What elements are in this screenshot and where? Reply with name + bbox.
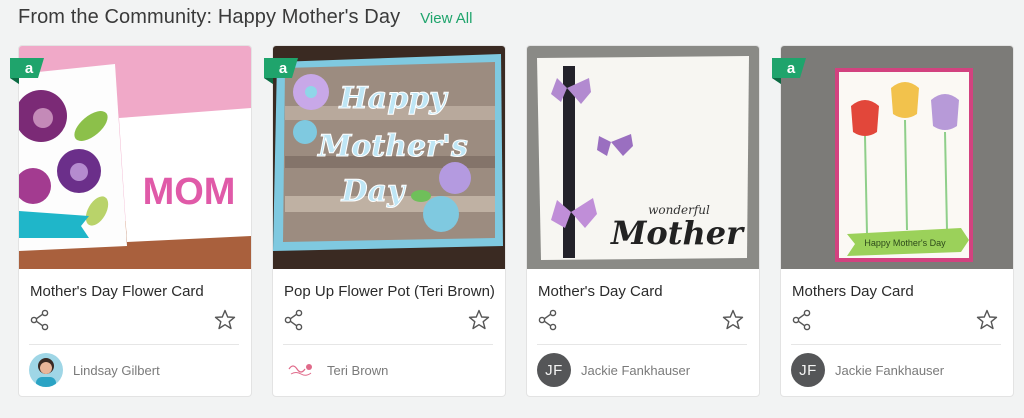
author-link[interactable]: JF Jackie Fankhauser: [537, 352, 690, 388]
divider: [29, 344, 239, 345]
share-icon[interactable]: [791, 309, 813, 331]
image-caption: MOM: [143, 171, 236, 213]
share-icon[interactable]: [29, 309, 51, 331]
project-image[interactable]: Happy Mother's Day: [273, 46, 505, 269]
divider: [283, 344, 493, 345]
project-card[interactable]: a Happy Mother's Day Pop Up Flower Pot (…: [264, 45, 506, 397]
project-name[interactable]: Mothers Day Card: [792, 283, 914, 300]
access-badge-icon: a: [772, 58, 806, 84]
author-link[interactable]: JF Jackie Fankhauser: [791, 352, 944, 388]
avatar: [283, 353, 317, 387]
project-image[interactable]: Happy Mother's Day: [781, 46, 1013, 269]
author-link[interactable]: Teri Brown: [283, 352, 388, 388]
star-icon[interactable]: [468, 309, 490, 331]
author-name: Jackie Fankhauser: [581, 362, 691, 378]
author-link[interactable]: Lindsay Gilbert: [29, 352, 160, 388]
star-icon[interactable]: [976, 309, 998, 331]
project-image[interactable]: wonderful Mother: [527, 46, 759, 269]
section-header: From the Community: Happy Mother's Day V…: [18, 6, 472, 32]
image-caption: Happy Mother's Day: [864, 238, 946, 248]
author-name: Lindsay Gilbert: [73, 362, 160, 378]
divider: [791, 344, 1001, 345]
project-card[interactable]: wonderful Mother Mother's Day Card JF Ja…: [526, 45, 760, 397]
author-name: Teri Brown: [327, 362, 389, 378]
avatar: JF: [537, 353, 571, 387]
project-name[interactable]: Pop Up Flower Pot (Teri Brown): [284, 283, 495, 300]
svg-text:Day: Day: [341, 174, 407, 209]
project-card[interactable]: a MOM Mother's Day Flower Card Lindsay G…: [10, 45, 252, 397]
project-name[interactable]: Mother's Day Card: [538, 283, 663, 300]
author-name: Jackie Fankhauser: [835, 362, 945, 378]
share-icon[interactable]: [283, 309, 305, 331]
project-name[interactable]: Mother's Day Flower Card: [30, 283, 204, 300]
image-caption: Happy: [338, 81, 449, 116]
avatar: JF: [791, 353, 825, 387]
share-icon[interactable]: [537, 309, 559, 331]
svg-text:Mother's: Mother's: [317, 129, 468, 164]
badge-letter: a: [25, 60, 34, 77]
project-image[interactable]: MOM: [19, 46, 251, 269]
access-badge-icon: a: [264, 58, 298, 84]
project-card[interactable]: a Happy Mother's Day Mothers Day Card JF…: [772, 45, 1014, 397]
view-all-link[interactable]: View All: [420, 10, 472, 27]
badge-letter: a: [787, 60, 796, 77]
star-icon[interactable]: [722, 309, 744, 331]
image-caption: Mother: [610, 214, 745, 252]
section-title: From the Community: Happy Mother's Day: [18, 6, 401, 28]
access-badge-icon: a: [10, 58, 44, 84]
avatar: [29, 353, 63, 387]
divider: [537, 344, 747, 345]
badge-letter: a: [279, 60, 288, 77]
star-icon[interactable]: [214, 309, 236, 331]
